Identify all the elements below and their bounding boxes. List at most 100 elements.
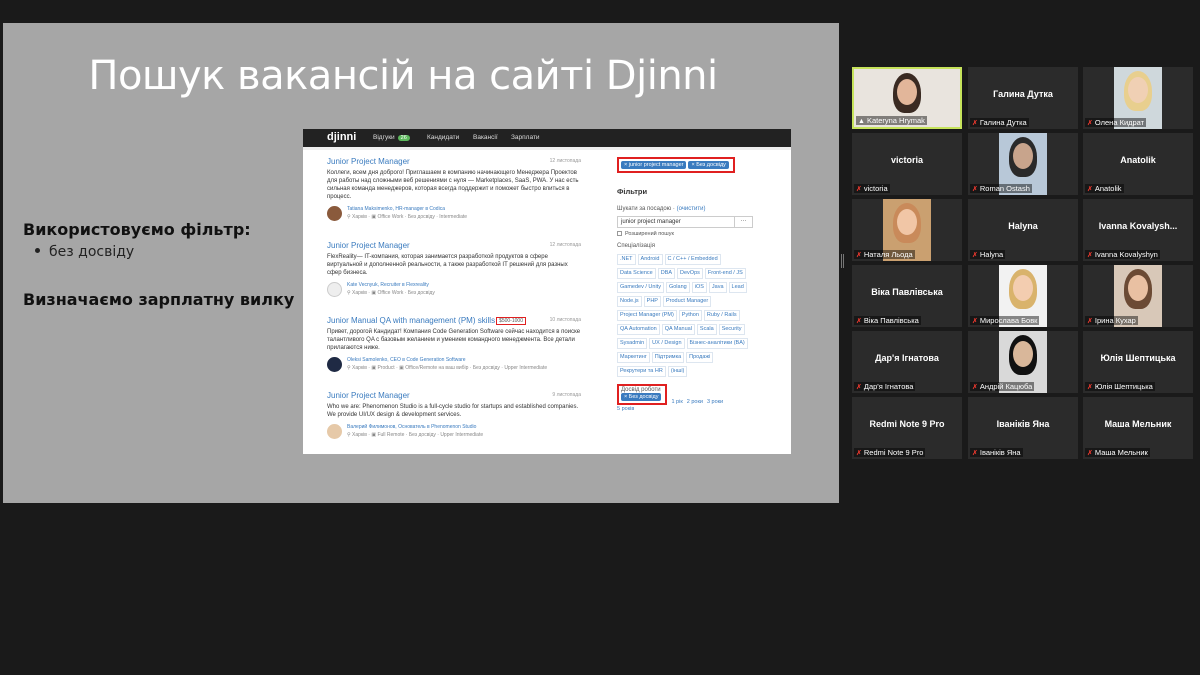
participant-tile[interactable]: Halyna ✗ Halyna bbox=[968, 199, 1078, 261]
muted-mic-icon: ✗ bbox=[972, 450, 978, 457]
participant-tile[interactable]: Іваніків Яна ✗ Іваніків Яна bbox=[968, 397, 1078, 459]
djinni-nav-reviews-label: Відгуки bbox=[373, 134, 395, 141]
search-input: junior project manager ··· bbox=[617, 216, 753, 228]
participant-name-label: ✗ Halyna bbox=[970, 250, 1006, 259]
participant-name: Маша Мельник bbox=[1094, 448, 1148, 457]
participant-name-label: ▲ Kateryna Hrymak bbox=[856, 116, 927, 125]
participant-tile[interactable]: Anatolik ✗ Anatolik bbox=[1083, 133, 1193, 195]
participant-display-name: Іваніків Яна bbox=[996, 419, 1050, 429]
muted-mic-icon: ✗ bbox=[972, 318, 978, 325]
specialization-tag: Product Manager bbox=[662, 296, 712, 307]
job-date: 12 листопада bbox=[549, 242, 581, 248]
filter-chip-experience: × Без досвіду bbox=[688, 161, 729, 169]
participant-tile[interactable]: ✗ Roman Ostash bbox=[968, 133, 1078, 195]
participant-tile[interactable]: Дар'я Ігнатова ✗ Дар'я Ігнатова bbox=[852, 331, 962, 393]
participant-name-label: ✗ Ірина Кухар bbox=[1085, 316, 1138, 325]
participant-face bbox=[1013, 275, 1033, 301]
participant-tile[interactable]: victoria ✗ victoria bbox=[852, 133, 962, 195]
job-title: Junior Project Manager bbox=[327, 157, 410, 166]
participant-name: Halyna bbox=[979, 250, 1004, 259]
zoom-meeting-window: Пошук вакансій на сайті Djinni Використо… bbox=[0, 0, 1200, 675]
specialization-tag: QA Manual bbox=[661, 324, 695, 335]
slide-title: Пошук вакансій на сайті Djinni bbox=[88, 53, 718, 99]
djinni-filter-sidebar: × junior project manager × Без досвіду Фі… bbox=[617, 157, 787, 412]
participant-name-label: ✗ Наталя Льода bbox=[854, 250, 915, 259]
filters-title: Фільтри bbox=[617, 187, 648, 196]
job-description: Who we are: Phenomenon Studio is a full-… bbox=[327, 404, 579, 418]
muted-mic-icon: ✗ bbox=[1087, 186, 1093, 193]
participant-tile[interactable]: Redmi Note 9 Pro ✗ Redmi Note 9 Pro bbox=[852, 397, 962, 459]
muted-mic-icon: ✗ bbox=[972, 384, 978, 391]
job-meta: ⚲ Харків · ▣ Product · ▣ Office/Remote н… bbox=[347, 365, 548, 371]
checkbox-icon bbox=[617, 231, 622, 237]
job-author: Oleksi Samolenko, CEO в Code Generation … bbox=[327, 356, 581, 372]
participant-tile[interactable]: Ivanna Kovalysh... ✗ Ivanna Kovalyshyn bbox=[1083, 199, 1193, 261]
participant-tile[interactable]: ✗ Ірина Кухар bbox=[1083, 265, 1193, 327]
participant-name-label: ✗ Маша Мельник bbox=[1085, 448, 1150, 457]
participant-display-name: Ivanna Kovalysh... bbox=[1098, 221, 1178, 231]
participant-name-label: ✗ Олена Кидрат bbox=[1085, 118, 1147, 127]
participant-tile[interactable]: Галина Дутка ✗ Галина Дутка bbox=[968, 67, 1078, 129]
participant-face bbox=[897, 79, 917, 105]
job-card: Junior Project Manager 9 листопада Who w… bbox=[327, 391, 581, 439]
author-avatar bbox=[327, 206, 342, 221]
participant-name: Redmi Note 9 Pro bbox=[863, 448, 924, 457]
specialization-tag: DevOps bbox=[677, 268, 703, 279]
participant-name-label: ✗ Іваніків Яна bbox=[970, 448, 1023, 457]
participant-tile[interactable]: Віка Павлівська ✗ Віка Павлівська bbox=[852, 265, 962, 327]
job-card: Junior Project Manager 12 листопада Колл… bbox=[327, 157, 581, 221]
participant-display-name: Anatolik bbox=[1120, 155, 1156, 165]
specialization-tag: Node.js bbox=[617, 296, 642, 307]
participant-name: Андрій Кацюба bbox=[979, 382, 1033, 391]
search-label: Шукати за посадою · (очистити) bbox=[617, 206, 706, 212]
panel-resize-handle[interactable] bbox=[841, 254, 844, 268]
participant-display-name: Галина Дутка bbox=[993, 89, 1053, 99]
specialization-label: Спеціалізація bbox=[617, 243, 655, 249]
participant-tile[interactable]: ✗ Наталя Льода bbox=[852, 199, 962, 261]
slide-filter-bullet: без досвіду bbox=[35, 244, 134, 260]
slide-salary-heading: Визначаємо зарплатну вилку bbox=[23, 290, 295, 309]
specialization-tag: Android bbox=[637, 254, 663, 265]
participant-tile[interactable]: Юлія Шептицька ✗ Юлія Шептицька bbox=[1083, 331, 1193, 393]
participant-display-name: Віка Павлівська bbox=[871, 287, 943, 297]
search-input-value: junior project manager bbox=[621, 219, 681, 225]
participant-tile[interactable]: Маша Мельник ✗ Маша Мельник bbox=[1083, 397, 1193, 459]
participant-name: Олена Кидрат bbox=[1094, 118, 1145, 127]
participant-display-name: victoria bbox=[890, 155, 923, 165]
specialization-tags: .NET Android C / C++ / Embedded Data Scienc… bbox=[617, 252, 757, 378]
participant-tile[interactable]: ✗ Олена Кидрат bbox=[1083, 67, 1193, 129]
participant-display-name: Halyna bbox=[1008, 221, 1038, 231]
muted-mic-icon: ✗ bbox=[856, 318, 862, 325]
job-title-text: Junior Manual QA with management (PM) sk… bbox=[327, 316, 496, 325]
specialization-tag: Security bbox=[718, 324, 745, 335]
djinni-reviews-badge: 26 bbox=[397, 135, 410, 141]
participant-face bbox=[1013, 341, 1033, 367]
djinni-nav-vacancies: Вакансії bbox=[473, 134, 498, 141]
specialization-tag: Project Manager (PM) bbox=[617, 310, 677, 321]
search-button: ··· bbox=[734, 217, 752, 227]
author-name: Kate Vecnyuk, Recruiter в Flexreality bbox=[347, 282, 429, 288]
search-label-text: Шукати за посадою bbox=[617, 206, 672, 212]
participant-name-label: ✗ Юлія Шептицька bbox=[1085, 382, 1155, 391]
participant-name: Kateryna Hrymak bbox=[866, 116, 925, 125]
specialization-tag: Ruby / Rails bbox=[703, 310, 740, 321]
muted-mic-icon: ✗ bbox=[1087, 120, 1093, 127]
job-author: Kate Vecnyuk, Recruiter в Flexreality ⚲ … bbox=[327, 281, 581, 297]
job-description: Привет, дорогой Кандидат! Компания Code … bbox=[327, 329, 581, 351]
job-date: 10 листопада bbox=[549, 317, 581, 323]
participant-name: Ivanna Kovalyshyn bbox=[1094, 250, 1158, 259]
author-name: Oleksi Samolenko, CEO в Code Generation … bbox=[347, 357, 466, 363]
participant-name: Юлія Шептицька bbox=[1094, 382, 1153, 391]
job-description: Коллеги, всем дня доброго! Приглашаем в … bbox=[327, 170, 579, 200]
participant-tile[interactable]: ✗ Мирослава Бовк bbox=[968, 265, 1078, 327]
participant-face bbox=[1128, 77, 1148, 103]
specialization-tag: Python bbox=[678, 310, 702, 321]
slide-filter-bullet-text: без досвіду bbox=[49, 244, 135, 260]
participant-tile[interactable]: ✗ Андрій Кацюба bbox=[968, 331, 1078, 393]
job-description: FlexReality— IT-компания, которая занима… bbox=[327, 254, 568, 276]
djinni-nav-candidates: Кандидати bbox=[427, 134, 460, 141]
participant-name: victoria bbox=[863, 184, 888, 193]
muted-mic-icon: ✗ bbox=[1087, 252, 1093, 259]
participant-tile[interactable]: ▲ Kateryna Hrymak bbox=[852, 67, 962, 129]
bullet-icon bbox=[35, 247, 40, 253]
